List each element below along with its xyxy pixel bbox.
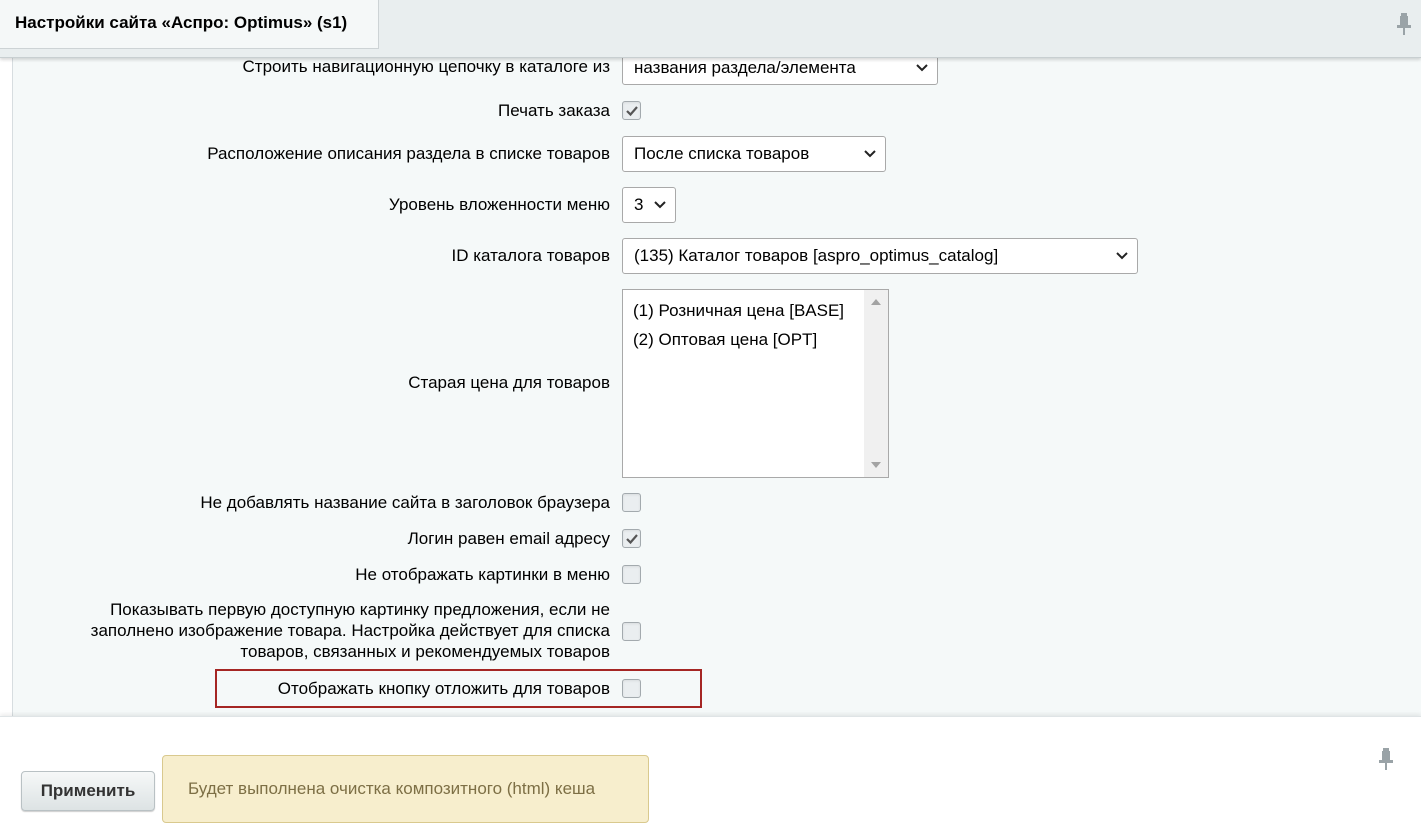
login-email-checkbox[interactable] bbox=[622, 529, 641, 548]
settings-tab[interactable]: Настройки сайта «Аспро: Optimus» (s1) bbox=[0, 0, 379, 49]
old-price-label: Старая цена для товаров bbox=[408, 373, 610, 392]
print-order-checkbox[interactable] bbox=[622, 101, 641, 120]
footer-bar: Применить Будет выполнена очистка композ… bbox=[0, 716, 1421, 833]
show-delay-button-checkbox[interactable] bbox=[622, 679, 641, 698]
checkmark-icon bbox=[626, 534, 638, 545]
catalog-id-label: ID каталога товаров bbox=[451, 246, 610, 265]
chevron-down-icon bbox=[864, 150, 876, 158]
menu-depth-value: 3 bbox=[634, 195, 644, 214]
settings-header: Настройки сайта «Аспро: Optimus» (s1) bbox=[0, 0, 1421, 58]
no-site-title-checkbox[interactable] bbox=[622, 493, 641, 512]
catalog-id-select[interactable]: (135) Каталог товаров [aspro_optimus_cat… bbox=[622, 238, 1138, 274]
no-menu-images-label: Не отображать картинки в меню bbox=[355, 565, 610, 584]
nav-chain-select[interactable]: названия раздела/элемента bbox=[622, 58, 938, 85]
section-desc-select[interactable]: После списка товаров bbox=[622, 136, 886, 172]
old-price-listbox[interactable]: (1) Розничная цена [BASE] (2) Оптовая це… bbox=[622, 289, 889, 478]
checkmark-icon bbox=[626, 106, 638, 117]
menu-depth-select[interactable]: 3 bbox=[622, 187, 676, 223]
pin-icon[interactable] bbox=[1395, 12, 1413, 36]
print-order-label: Печать заказа bbox=[498, 101, 610, 120]
apply-button[interactable]: Применить bbox=[21, 771, 155, 811]
settings-panel: Строить навигационную цепочку в каталоге… bbox=[12, 58, 1421, 716]
no-menu-images-checkbox[interactable] bbox=[622, 565, 641, 584]
cache-notice: Будет выполнена очистка композитного (ht… bbox=[162, 755, 649, 823]
scroll-down-arrow-icon[interactable] bbox=[871, 462, 881, 468]
nav-chain-label: Строить навигационную цепочку в каталоге… bbox=[242, 58, 610, 76]
first-offer-image-checkbox[interactable] bbox=[622, 622, 641, 641]
login-email-label: Логин равен email адресу bbox=[407, 529, 610, 548]
pin-icon[interactable] bbox=[1377, 747, 1395, 771]
chevron-down-icon bbox=[916, 63, 928, 71]
scroll-up-arrow-icon[interactable] bbox=[871, 299, 881, 305]
list-item[interactable]: (2) Оптовая цена [OPT] bbox=[623, 325, 888, 354]
show-delay-button-label: Отображать кнопку отложить для товаров bbox=[277, 679, 610, 698]
chevron-down-icon bbox=[654, 201, 666, 209]
no-site-title-label: Не добавлять название сайта в заголовок … bbox=[200, 493, 610, 512]
section-desc-label: Расположение описания раздела в списке т… bbox=[207, 144, 610, 163]
page-title: Настройки сайта «Аспро: Optimus» (s1) bbox=[15, 13, 348, 32]
section-desc-value: После списка товаров bbox=[634, 144, 810, 163]
catalog-id-value: (135) Каталог товаров [aspro_optimus_cat… bbox=[634, 246, 999, 265]
nav-chain-value: названия раздела/элемента bbox=[634, 58, 856, 77]
chevron-down-icon bbox=[1116, 252, 1128, 260]
list-item[interactable]: (1) Розничная цена [BASE] bbox=[623, 296, 888, 325]
first-offer-image-label: Показывать первую доступную картинку пре… bbox=[90, 600, 610, 661]
listbox-scrollbar[interactable] bbox=[864, 290, 888, 477]
menu-depth-label: Уровень вложенности меню bbox=[388, 195, 610, 214]
